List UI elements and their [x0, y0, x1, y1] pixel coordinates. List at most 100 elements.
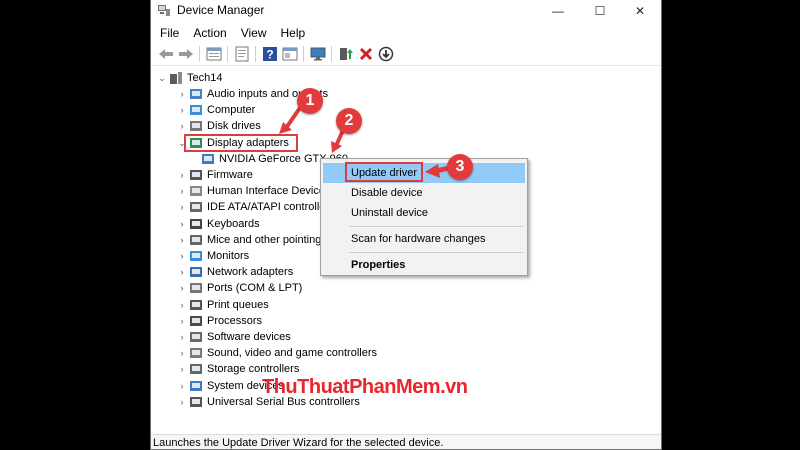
uninstall-icon: [359, 47, 373, 61]
tree-item-label: Print queues: [207, 298, 269, 311]
chevron-right-icon[interactable]: ›: [177, 216, 187, 232]
menu-file[interactable]: File: [151, 24, 186, 42]
chevron-right-icon[interactable]: ›: [177, 264, 187, 280]
tree-category-item[interactable]: › Processors: [177, 313, 477, 329]
chevron-right-icon[interactable]: ›: [177, 313, 187, 329]
scan-button[interactable]: [309, 45, 327, 63]
ctx-scan-hardware[interactable]: Scan for hardware changes: [323, 229, 525, 249]
menu-action[interactable]: Action: [186, 24, 233, 42]
ctx-disable-device[interactable]: Disable device: [323, 183, 525, 203]
highlight-update-driver: [345, 162, 423, 182]
chevron-right-icon[interactable]: ›: [177, 199, 187, 215]
download-button[interactable]: [377, 45, 395, 63]
toolbar: ?: [151, 42, 661, 66]
tree-item-label: Firmware: [207, 169, 253, 181]
watermark: ThuThuatPhanMem.vn: [262, 376, 468, 399]
tree-item-label: Ports (COM & LPT): [207, 282, 303, 295]
chevron-down-icon[interactable]: ⌄: [157, 70, 167, 86]
chevron-right-icon[interactable]: ›: [177, 118, 187, 134]
toolbar-separator: [227, 46, 228, 62]
tree-item-label: Disk drives: [207, 120, 261, 133]
step-badge-1: 1: [297, 88, 323, 114]
device-category-icon: [190, 332, 202, 342]
update-driver-button[interactable]: [337, 45, 355, 63]
tree-category-item[interactable]: › Disk drives: [177, 118, 477, 134]
tree-category-item[interactable]: › Print queues: [177, 297, 477, 313]
tree-category-item[interactable]: › Audio inputs and outputs: [177, 86, 477, 102]
highlight-display-adapters: [184, 134, 298, 152]
tree-root[interactable]: ⌄ Tech14: [157, 70, 357, 86]
maximize-icon: ☐: [594, 4, 606, 18]
device-category-icon: [190, 396, 202, 407]
chevron-right-icon[interactable]: ›: [177, 232, 187, 248]
chevron-right-icon[interactable]: ›: [177, 86, 187, 102]
ctx-separator: [349, 252, 523, 253]
help-icon: ?: [263, 47, 277, 62]
device-category-icon: [190, 315, 202, 326]
watermark-part1: ThuThuat: [262, 376, 350, 398]
chevron-right-icon[interactable]: ›: [177, 378, 187, 394]
toolbar-separator: [255, 46, 256, 62]
tree-category-item[interactable]: › Software devices: [177, 329, 477, 345]
chevron-right-icon[interactable]: ›: [177, 280, 187, 296]
menu-help[interactable]: Help: [274, 24, 313, 42]
tree-item-label: Keyboards: [207, 217, 260, 230]
help-button[interactable]: ?: [261, 45, 279, 63]
window-title: Device Manager: [177, 3, 265, 17]
chevron-right-icon[interactable]: ›: [177, 345, 187, 361]
tree-category-item[interactable]: › Ports (COM & LPT): [177, 280, 477, 296]
tree-item-label: Computer: [207, 104, 256, 117]
toolbar-separator: [331, 46, 332, 62]
chevron-right-icon[interactable]: ›: [177, 394, 187, 410]
update-driver-icon: [340, 48, 353, 60]
ctx-properties-label: Properties: [351, 259, 406, 271]
step-badge-2: 2: [336, 108, 362, 134]
chevron-right-icon[interactable]: ›: [177, 183, 187, 199]
ctx-properties[interactable]: Properties: [323, 255, 525, 275]
watermark-part3: .vn: [440, 376, 468, 398]
device-category-icon: [190, 121, 202, 132]
chevron-right-icon[interactable]: ›: [177, 361, 187, 377]
tree-category-item[interactable]: › Computer: [177, 102, 477, 118]
device-category-icon: [190, 218, 202, 229]
tree-item-label: Processors: [207, 314, 263, 327]
chevron-right-icon[interactable]: ›: [177, 329, 187, 345]
device-manager-app-icon: [158, 5, 170, 16]
menu-bar: File Action View Help: [151, 24, 661, 42]
properties-button[interactable]: [205, 45, 223, 63]
device-category-icon: [190, 251, 202, 261]
tree-item-label: Monitors: [207, 250, 250, 262]
minimize-button[interactable]: —: [535, 0, 581, 22]
chevron-right-icon[interactable]: ›: [177, 297, 187, 313]
forward-icon: [179, 49, 193, 59]
device-category-icon: [190, 89, 202, 99]
toolbar-separator: [199, 46, 200, 62]
chevron-right-icon[interactable]: ›: [177, 102, 187, 118]
tree-item-label: Software devices: [207, 331, 291, 343]
ctx-scan-label: Scan for hardware changes: [351, 233, 486, 245]
ctx-uninstall-device[interactable]: Uninstall device: [323, 203, 525, 223]
tree-category-item[interactable]: › Storage controllers: [177, 361, 477, 377]
tree-item-label: Storage controllers: [207, 363, 300, 376]
view-button[interactable]: [233, 45, 251, 63]
view-button-2[interactable]: [281, 45, 299, 63]
device-category-icon: [190, 348, 202, 359]
device-category-icon: [190, 202, 202, 213]
tree-root-label: Tech14: [187, 72, 223, 84]
toolbar-separator: [303, 46, 304, 62]
chevron-right-icon[interactable]: ›: [177, 167, 187, 183]
view-icon-2: [282, 47, 298, 61]
close-button[interactable]: ✕: [617, 0, 661, 22]
uninstall-button[interactable]: [357, 45, 375, 63]
forward-button[interactable]: [177, 45, 195, 63]
menu-view[interactable]: View: [234, 24, 274, 42]
device-category-icon: [190, 234, 202, 245]
step-badge-3: 3: [447, 154, 473, 180]
device-category-icon: [190, 283, 202, 294]
chevron-right-icon[interactable]: ›: [177, 248, 187, 264]
tree-category-item[interactable]: › Sound, video and game controllers: [177, 345, 477, 361]
back-button[interactable]: [157, 45, 175, 63]
close-icon: ✕: [634, 4, 646, 18]
tree-item-label: IDE ATA/ATAPI controllers: [207, 201, 335, 214]
tree-item-label: Human Interface Devices: [207, 185, 331, 198]
